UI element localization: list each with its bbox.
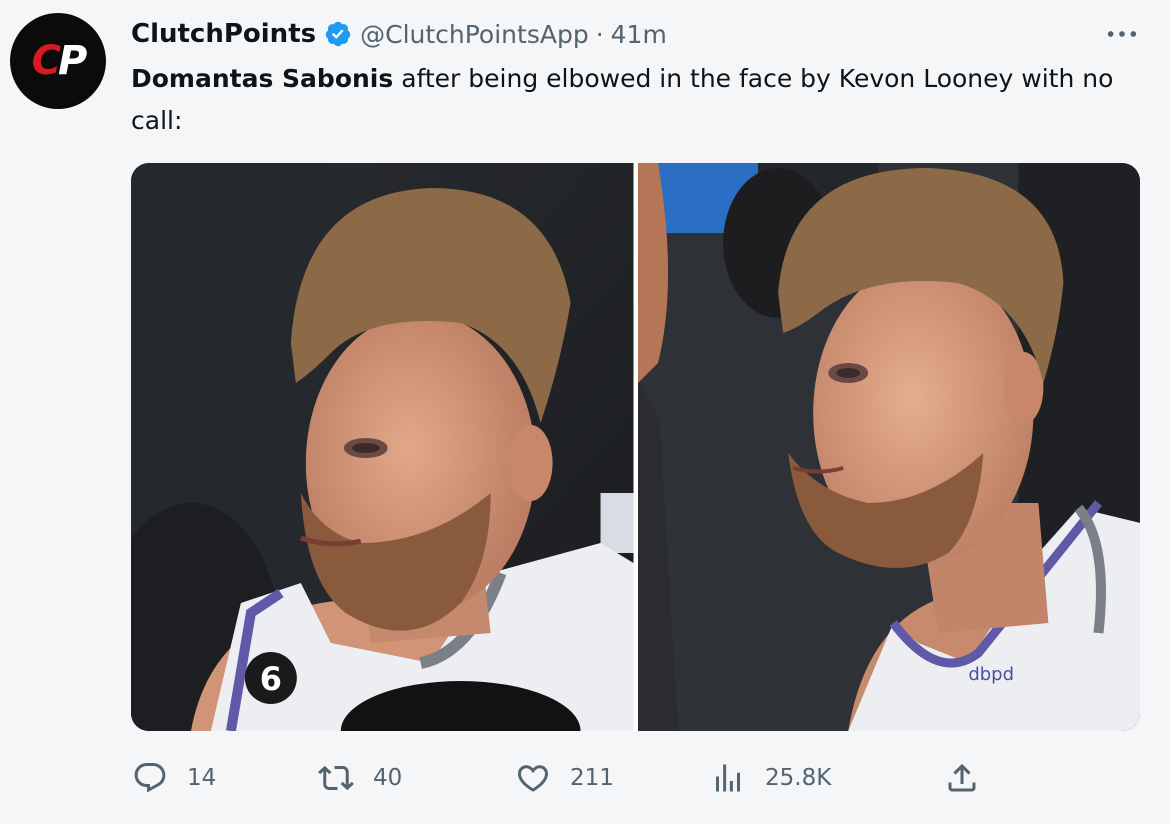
retweet-button[interactable]: 40 <box>317 752 402 804</box>
timestamp[interactable]: 41m <box>611 20 667 49</box>
like-count: 211 <box>570 765 614 791</box>
display-name[interactable]: ClutchPoints <box>131 19 316 49</box>
photo-left-image: 6 <box>131 163 634 731</box>
handle[interactable]: @ClutchPointsApp <box>360 20 589 49</box>
avatar[interactable]: CP <box>10 13 106 109</box>
views-icon <box>709 759 747 797</box>
share-icon <box>943 759 981 797</box>
separator-dot: · <box>595 19 604 49</box>
media-grid: 6 dbpd <box>131 163 1140 731</box>
jersey-number: 6 <box>260 660 282 698</box>
tweet: CP ClutchPoints @ClutchPointsApp · 41m D… <box>0 0 1170 824</box>
tweet-text: Domantas Sabonis after being elbowed in … <box>131 58 1151 142</box>
avatar-logo: CP <box>31 38 88 84</box>
photo-right[interactable]: dbpd <box>637 163 1140 731</box>
retweet-icon <box>317 759 355 797</box>
retweet-count: 40 <box>373 765 403 791</box>
reply-button[interactable]: 14 <box>131 752 216 804</box>
reply-count: 14 <box>187 765 217 791</box>
reply-icon <box>131 759 169 797</box>
action-bar: 14 40 211 25.8K <box>131 752 1011 804</box>
views-button[interactable]: 25.8K <box>709 752 831 804</box>
more-icon[interactable] <box>1104 18 1140 50</box>
mentioned-player: Domantas Sabonis <box>131 64 394 93</box>
photo-left[interactable]: 6 <box>131 163 634 731</box>
verified-badge-icon <box>324 20 352 48</box>
like-icon <box>514 759 552 797</box>
photo-right-image: dbpd <box>637 163 1140 731</box>
jersey-sponsor: dbpd <box>968 664 1014 685</box>
views-count: 25.8K <box>765 765 832 791</box>
share-button[interactable] <box>943 752 981 804</box>
like-button[interactable]: 211 <box>514 752 614 804</box>
tweet-header: ClutchPoints @ClutchPointsApp · 41m <box>131 14 667 54</box>
